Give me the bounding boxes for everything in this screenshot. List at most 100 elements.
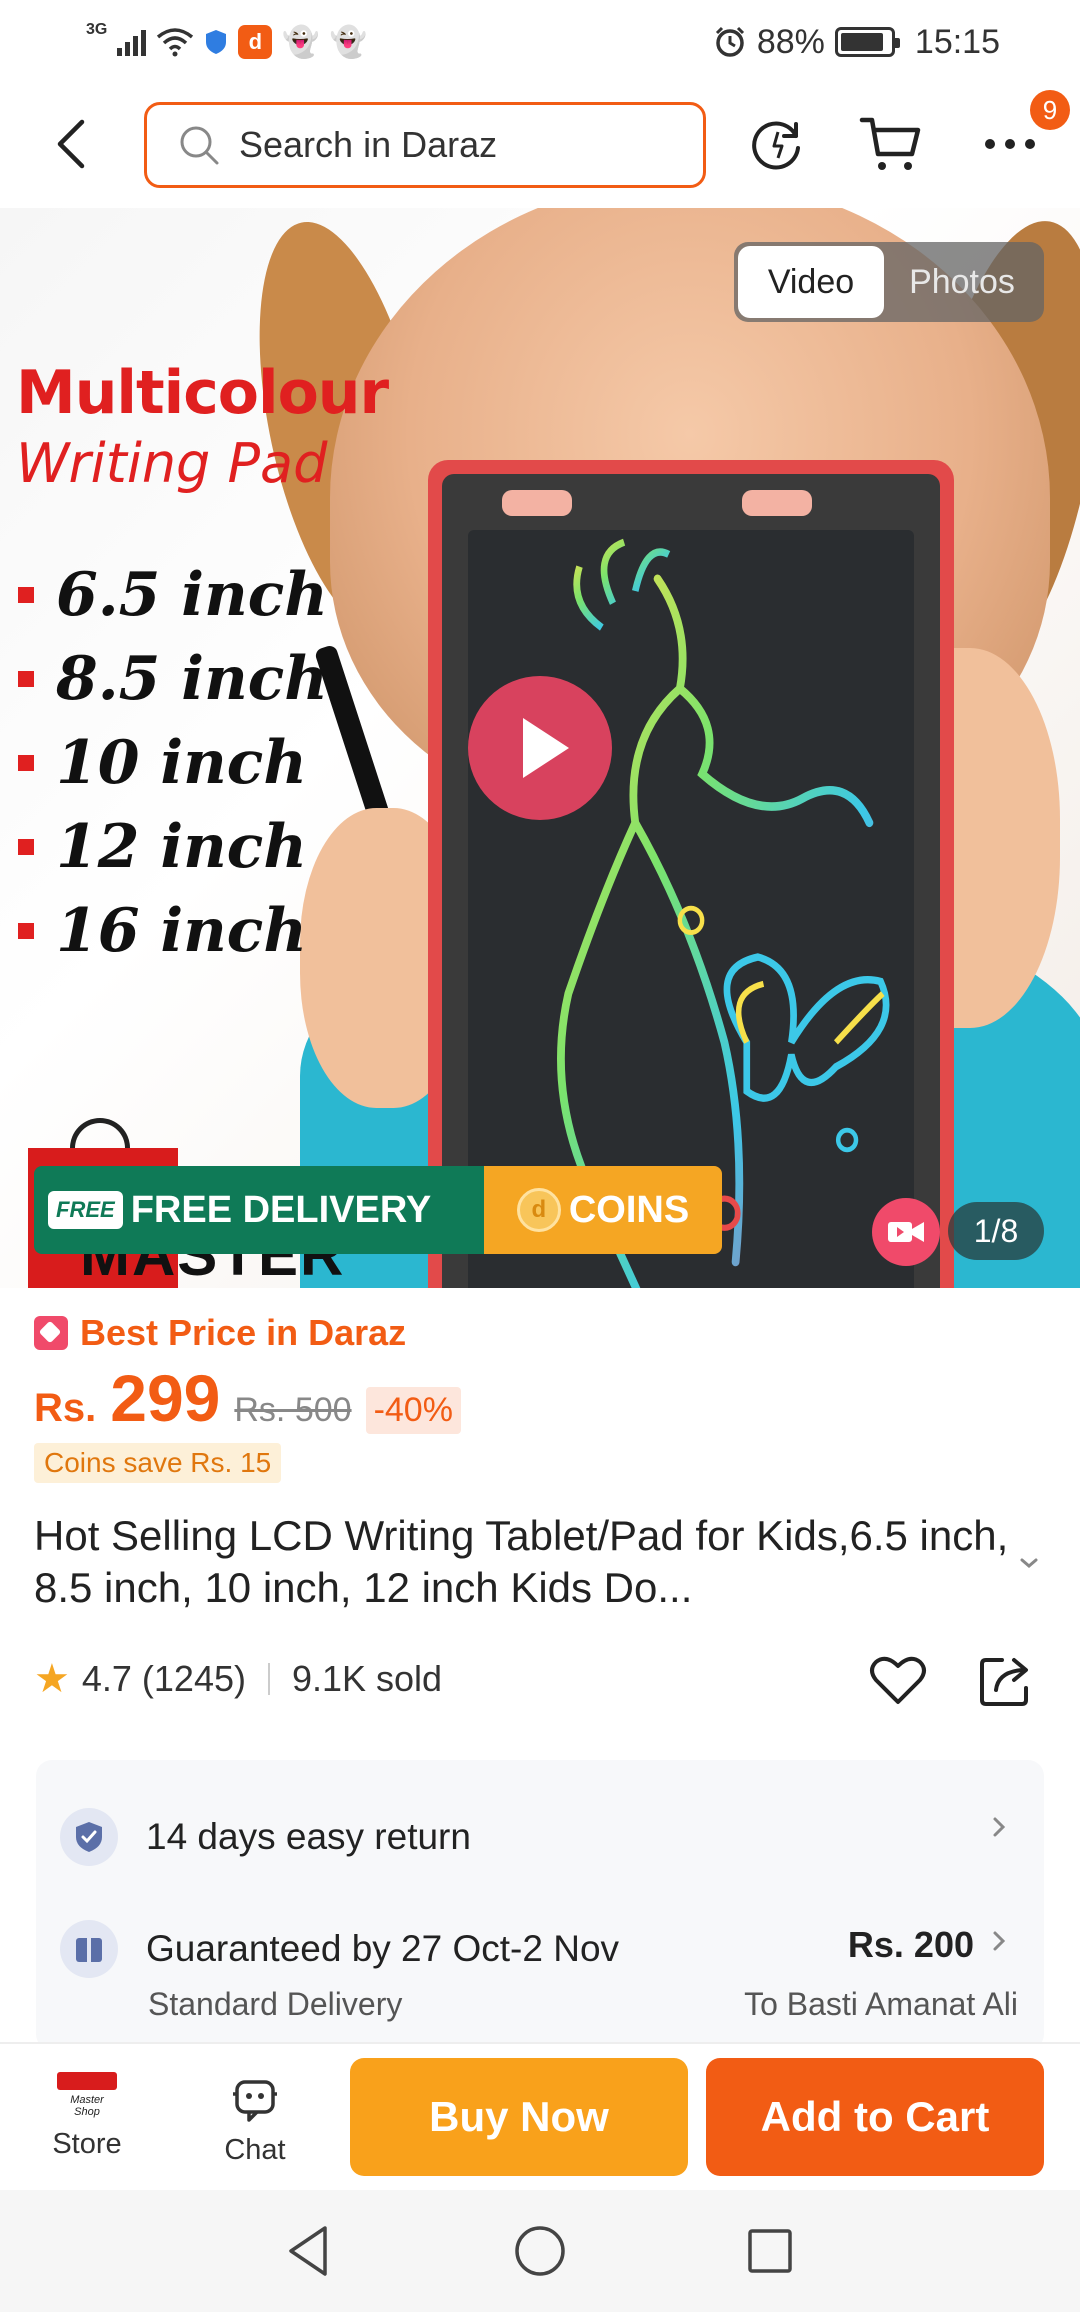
size-label: 6.5 inch (56, 560, 328, 630)
delivery-text: Guaranteed by 27 Oct-2 Nov (146, 1928, 620, 1969)
wifi-icon (157, 28, 194, 57)
search-icon (180, 126, 219, 165)
chevron-right-icon (993, 1931, 1006, 1951)
share-icon (980, 1658, 1028, 1706)
return-policy-row[interactable]: 14 days easy return (60, 1808, 471, 1866)
status-bar: 3G d 👻 👻 88% 15:15 (0, 0, 1080, 84)
info-card: 14 days easy return Guaranteed by 27 Oct… (36, 1760, 1044, 2050)
free-delivery-label: FREE DELIVERY (130, 1188, 432, 1231)
package-icon (76, 1938, 102, 1962)
search-placeholder: Search in Daraz (239, 124, 498, 165)
wishlist-button[interactable] (866, 1648, 930, 1712)
add-to-cart-button[interactable]: Add to Cart (706, 2058, 1044, 2176)
play-video-button[interactable] (468, 676, 612, 820)
delivery-row[interactable]: Guaranteed by 27 Oct-2 Nov (60, 1920, 619, 1978)
size-label: 8.5 inch (56, 644, 328, 714)
battery-icon (834, 27, 900, 57)
system-home-button[interactable] (510, 2221, 570, 2281)
image-counter: 1/8 (948, 1202, 1044, 1260)
bullet (18, 671, 34, 687)
size-item: 12 inch (18, 805, 328, 889)
size-label: 10 inch (56, 728, 307, 798)
bullet (18, 839, 34, 855)
promo-subtitle: Writing Pad (16, 432, 328, 495)
product-title[interactable]: Hot Selling LCD Writing Tablet/Pad for K… (34, 1510, 1014, 1614)
coins-label: COINS (568, 1188, 690, 1231)
price-row: Rs. 299 Rs. 500 -40% (34, 1360, 461, 1436)
more-button[interactable]: 9 (978, 90, 1070, 176)
size-label: 16 inch (56, 896, 307, 966)
shield-icon (206, 30, 227, 54)
history-icon (752, 121, 800, 170)
shield-check-icon (76, 1822, 102, 1852)
divider (267, 1663, 270, 1695)
bullet (18, 923, 34, 939)
sold-count: 9.1K sold (291, 1658, 443, 1699)
bullet (18, 755, 34, 771)
store-logo-icon: Master Shop (57, 2072, 117, 2118)
delivery-type: Standard Delivery (148, 1986, 403, 2022)
free-delivery-badge: FREE FREE DELIVERY (34, 1166, 484, 1254)
chat-label: Chat (224, 2134, 286, 2166)
size-item: 10 inch (18, 721, 328, 805)
more-icon (985, 139, 1035, 149)
store-logo-text: Master Shop (70, 2094, 104, 2118)
cart-button[interactable] (858, 112, 922, 176)
size-item: 6.5 inch (18, 553, 328, 637)
tab-photos[interactable]: Photos (884, 263, 1040, 302)
history-button[interactable] (746, 112, 810, 176)
status-right: 88% 15:15 (713, 23, 1000, 62)
return-text: 14 days easy return (146, 1816, 471, 1857)
star-icon: ★ (34, 1657, 70, 1701)
cart-icon (859, 117, 921, 170)
back-button[interactable] (44, 114, 104, 174)
system-back-button[interactable] (280, 2221, 340, 2281)
return-icon (60, 1808, 118, 1866)
tab-video[interactable]: Video (738, 246, 884, 318)
rating-value: 4.7 (1245) (81, 1658, 246, 1699)
alarm-icon (715, 26, 744, 57)
product-gallery[interactable]: Multicolour Writing Pad 6.5 inch 8.5 inc… (0, 208, 1080, 1288)
back-icon (57, 119, 85, 169)
rating-row[interactable]: ★ 4.7 (1245) 9.1K sold (34, 1656, 442, 1702)
delivery-price: Rs. 200 (847, 1924, 974, 1965)
coin-icon: d (516, 1188, 561, 1232)
battery-percent: 88% (756, 22, 825, 61)
size-label: 12 inch (56, 812, 307, 882)
bottom-action-bar: Master Shop Store Chat Buy Now Add to Ca… (0, 2042, 1080, 2190)
triangle-back-icon (289, 2226, 327, 2276)
tablet-slot (742, 490, 812, 516)
delivery-chevron[interactable] (984, 1926, 1014, 1961)
chevron-down-icon (1020, 1558, 1038, 1568)
status-left: 3G d 👻 👻 (86, 21, 367, 60)
battery-fill (840, 33, 884, 51)
chat-icon (233, 2080, 277, 2122)
delivery-truck-icon: FREE (48, 1191, 123, 1229)
clock: 15:15 (914, 22, 1000, 61)
heart-icon (870, 1656, 926, 1704)
best-price-label: Best Price in Daraz (80, 1312, 407, 1353)
media-toggle: Video Photos (734, 242, 1044, 322)
store-button[interactable]: Master Shop Store (32, 2072, 142, 2161)
expand-title-button[interactable] (1014, 1548, 1044, 1583)
size-list: 6.5 inch 8.5 inch 10 inch 12 inch 16 inc… (18, 553, 328, 973)
system-recents-button[interactable] (740, 2221, 800, 2281)
original-price: Rs. 500 (234, 1391, 352, 1429)
circle-home-icon (515, 2226, 565, 2276)
daraz-app-icon: d (238, 25, 273, 59)
video-camera-icon (888, 1222, 924, 1242)
coins-badge: d COINS (484, 1166, 722, 1254)
chat-button[interactable]: Chat (200, 2072, 310, 2167)
promo-text: Multicolour Writing Pad (16, 358, 389, 495)
notification-badge: 9 (1030, 90, 1070, 130)
buy-now-button[interactable]: Buy Now (350, 2058, 688, 2176)
search-input[interactable]: Search in Daraz (144, 102, 706, 188)
price-tag-icon (34, 1316, 68, 1350)
video-button[interactable] (872, 1198, 940, 1266)
discount-badge: -40% (365, 1387, 461, 1434)
return-chevron[interactable] (984, 1812, 1014, 1847)
bullet (18, 587, 34, 603)
share-button[interactable] (974, 1648, 1038, 1712)
store-logo-top (57, 2072, 117, 2090)
size-item: 16 inch (18, 889, 328, 973)
